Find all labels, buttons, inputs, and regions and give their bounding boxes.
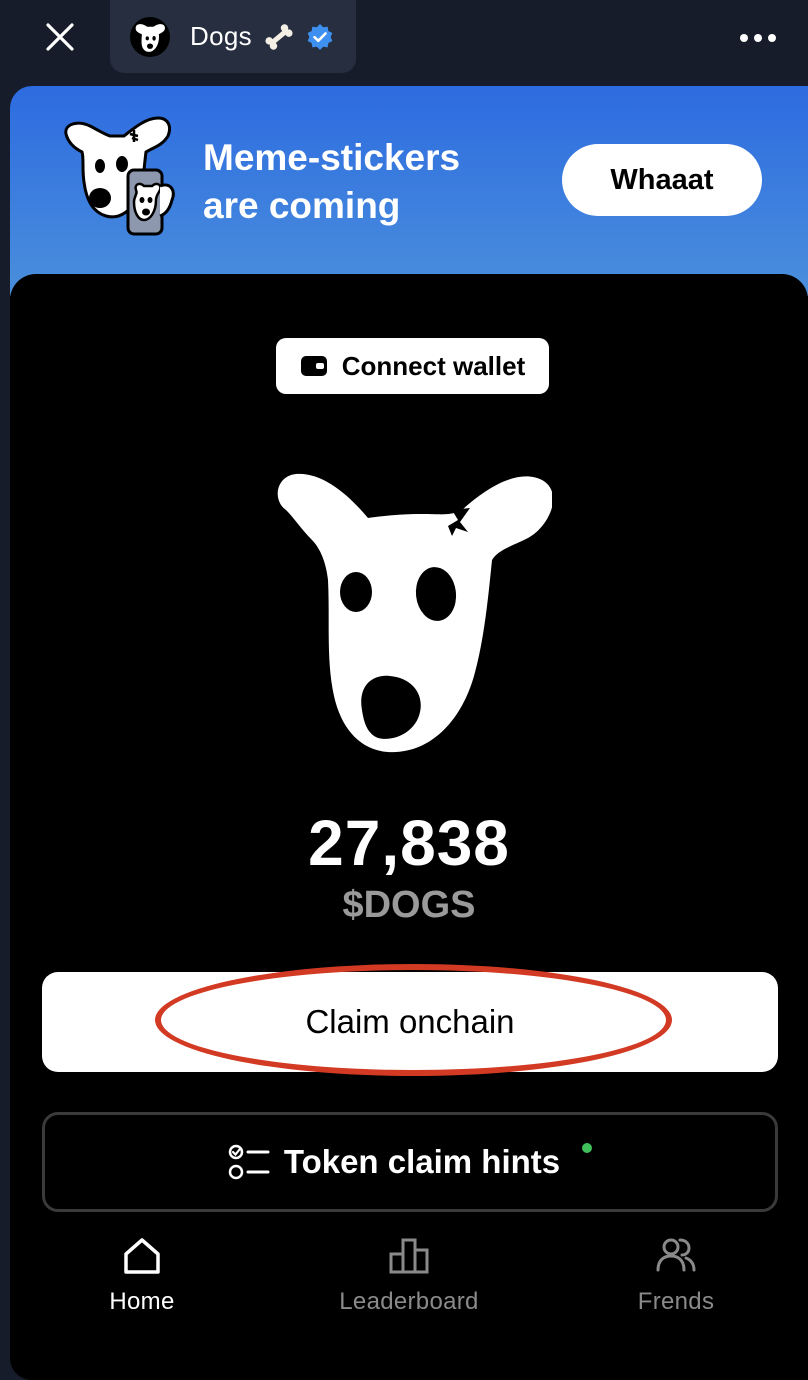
home-icon (124, 1238, 160, 1274)
bone-emoji-icon (265, 23, 293, 50)
whaaat-button[interactable]: Whaaat (562, 144, 762, 216)
nav-friends[interactable]: Frends (566, 1234, 786, 1344)
banner-headline: Meme-stickers are coming (203, 134, 523, 230)
claim-onchain-label: Claim onchain (305, 1003, 515, 1040)
more-dot (768, 34, 776, 42)
nav-home-label: Home (109, 1288, 175, 1315)
app-frame: Meme-stickers are coming Whaaat Connect … (10, 86, 808, 1380)
close-icon (46, 23, 74, 51)
notification-dot (582, 1143, 593, 1153)
claim-onchain-button[interactable]: Claim onchain (42, 964, 778, 1076)
token-claim-hints-button[interactable]: Token claim hints (42, 1112, 778, 1212)
top-bar: Dogs (0, 0, 808, 86)
banner-line-2: are coming (203, 185, 401, 226)
dog-with-phone-illustration (64, 116, 175, 236)
leaderboard-icon (389, 1238, 429, 1274)
nav-friends-label: Frends (637, 1288, 715, 1315)
verified-badge-icon (307, 23, 333, 50)
balance-currency: $DOGS (342, 884, 476, 926)
close-button[interactable] (38, 17, 82, 57)
promo-banner: Meme-stickers are coming Whaaat (10, 86, 808, 296)
bottom-nav: Home Leaderboard Frends (10, 1234, 808, 1344)
connect-wallet-label: Connect wallet (341, 350, 526, 381)
connect-wallet-button[interactable]: Connect wallet (276, 338, 549, 394)
dogs-logo-icon (277, 473, 552, 753)
more-dot (754, 34, 762, 42)
balance-amount: 27,838 (308, 807, 510, 879)
nav-home[interactable]: Home (32, 1234, 252, 1344)
nav-leaderboard[interactable]: Leaderboard (299, 1234, 519, 1344)
banner-line-1: Meme-stickers (203, 137, 461, 178)
nav-leaderboard-label: Leaderboard (339, 1288, 479, 1315)
more-dot (740, 34, 748, 42)
more-options-button[interactable] (736, 20, 780, 56)
friends-icon (656, 1238, 696, 1272)
wallet-icon (300, 356, 327, 376)
main-panel: Connect wallet 27,838 $DOGS Claim onchai… (10, 274, 808, 1380)
app-title: Dogs (190, 21, 252, 51)
token-claim-hints-label: Token claim hints (283, 1143, 561, 1180)
dogs-avatar-icon (130, 16, 170, 57)
checklist-icon (228, 1144, 270, 1180)
app-title-pill[interactable]: Dogs (110, 0, 356, 73)
